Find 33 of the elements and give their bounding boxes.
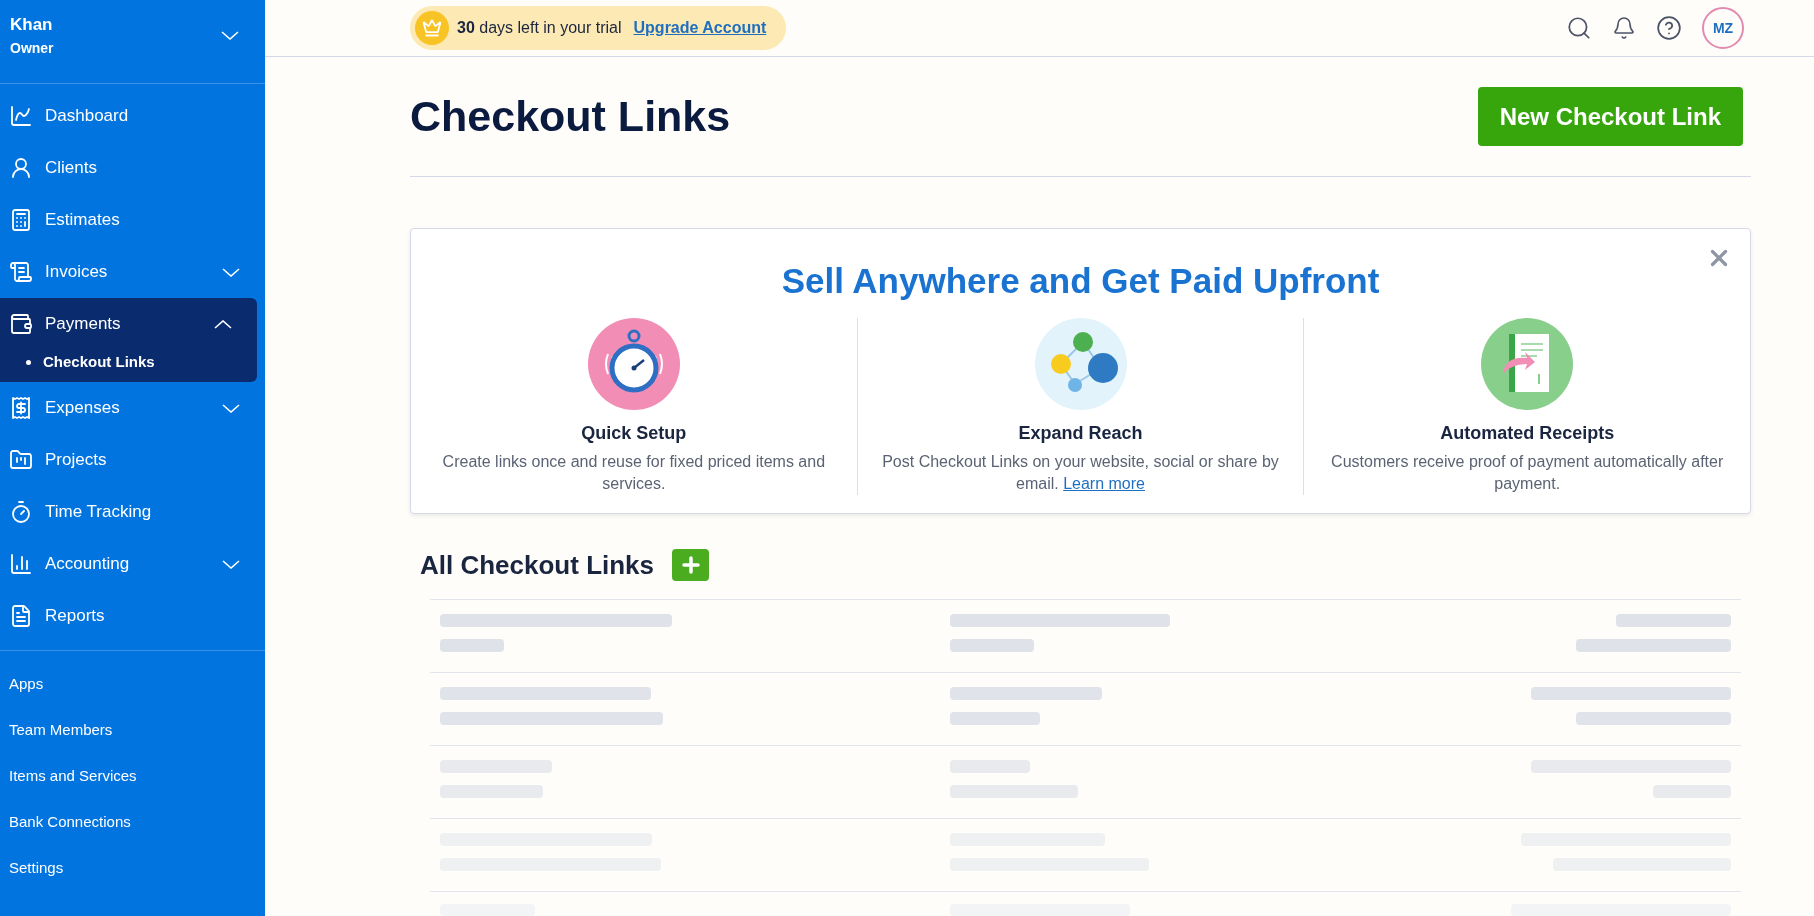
trial-text: 30 days left in your trial (457, 18, 622, 38)
sidebar-item[interactable]: Projects (0, 434, 265, 486)
account-role: Owner (10, 38, 55, 58)
user-avatar[interactable]: MZ (1702, 7, 1744, 49)
sidebar-item[interactable]: Invoices (0, 246, 265, 298)
feature-title: Expand Reach (1018, 421, 1143, 445)
sidebar-link[interactable]: Team Members (0, 707, 265, 753)
feature-description: Create links once and reuse for fixed priced items and services. (441, 451, 827, 494)
sidebar-item[interactable]: Estimates (0, 194, 265, 246)
sidebar-link[interactable]: Items and Services (0, 753, 265, 799)
promo-title: Sell Anywhere and Get Paid Upfront (780, 260, 1381, 302)
learn-more-link[interactable]: Learn more (1063, 474, 1145, 492)
account-switcher[interactable]: Khan Owner (0, 0, 265, 84)
sidebar-item[interactable]: Reports (0, 590, 265, 642)
sidebar-item[interactable]: Dashboard (0, 90, 265, 142)
sidebar-link[interactable]: Settings (0, 845, 265, 891)
section-title: All Checkout Links (420, 548, 655, 582)
sidebar-link[interactable]: Apps (0, 661, 265, 707)
sidebar-subitem[interactable]: Checkout Links (0, 350, 257, 374)
feature-description: Post Checkout Links on your website, social or share by email. Learn more (881, 451, 1280, 494)
sidebar-item[interactable]: Accounting (0, 538, 265, 590)
sidebar-item[interactable]: Expenses (0, 382, 265, 434)
new-checkout-link-button[interactable]: New Checkout Link (1477, 87, 1743, 146)
page-title: Checkout Links (410, 91, 732, 143)
account-name: Khan (10, 14, 54, 37)
upgrade-link[interactable]: Upgrade Account (633, 16, 767, 40)
feature-title: Automated Receipts (1440, 421, 1615, 445)
sidebar-item[interactable]: Clients (0, 142, 265, 194)
sidebar-item[interactable]: Payments (0, 298, 257, 350)
sidebar-link[interactable]: Bank Connections (0, 799, 265, 845)
sidebar-item[interactable]: Time Tracking (0, 486, 265, 538)
feature-title: Quick Setup (581, 421, 687, 445)
feature-description: Customers receive proof of payment automatically after payment. (1330, 451, 1725, 494)
